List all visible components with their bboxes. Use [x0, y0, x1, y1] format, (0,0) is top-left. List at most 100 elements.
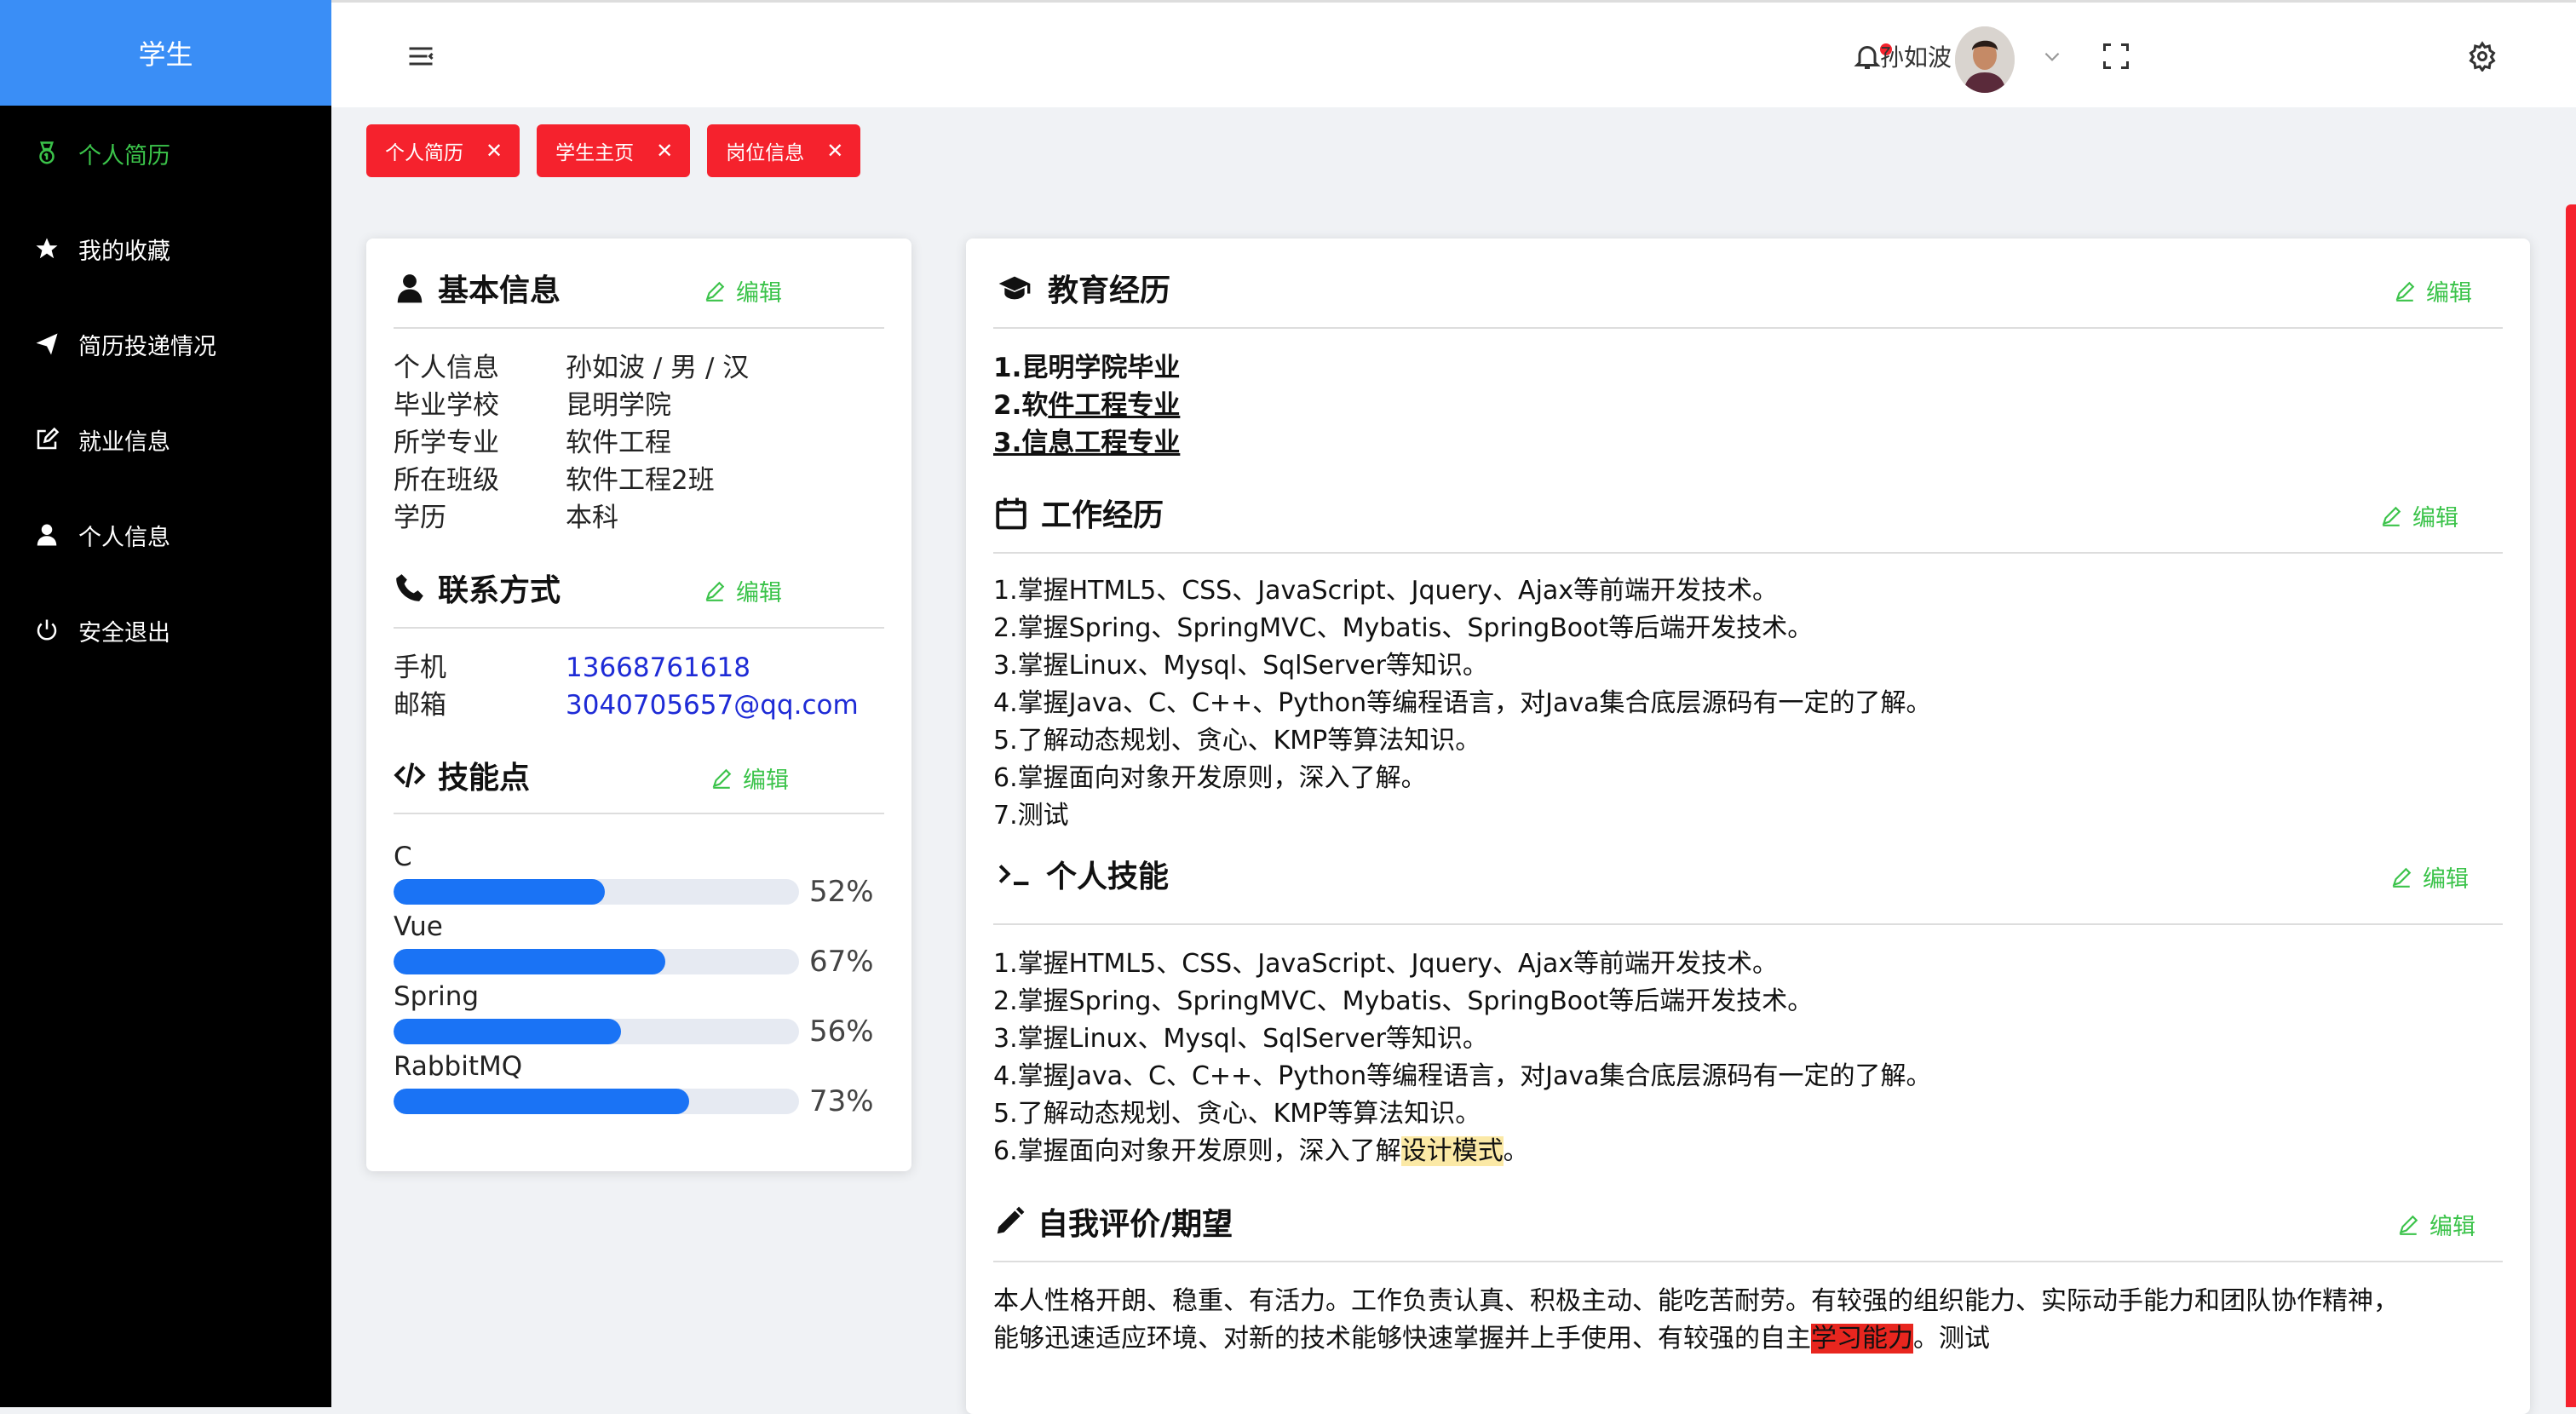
- tab-resume[interactable]: 个人简历 ✕: [366, 124, 520, 177]
- work-list: 1.掌握HTML5、CSS、JavaScript、Jquery、Ajax等前端开…: [993, 572, 1932, 835]
- sidebar-item-logout[interactable]: 安全退出: [0, 583, 331, 678]
- divider: [993, 1261, 2503, 1262]
- settings-button[interactable]: [2461, 3, 2504, 110]
- sidebar-item-jobs[interactable]: 就业信息: [0, 392, 331, 487]
- education-item: 1.昆明学院毕业: [993, 353, 1181, 383]
- terminal-icon: [998, 865, 1029, 886]
- page-scrollbar[interactable]: [2566, 204, 2576, 1407]
- pencil-icon: [2392, 867, 2412, 888]
- edit-label: 编辑: [2412, 505, 2458, 532]
- resume-detail-card: 教育经历 编辑 1.昆明学院毕业 2.软件工程专业 3.信息工程专业 工作经历 …: [966, 239, 2530, 1414]
- info-row: 学历 本科: [394, 503, 618, 533]
- user-dropdown-button[interactable]: [2035, 3, 2069, 110]
- self-eval-heading: 自我评价/期望: [993, 1199, 1233, 1244]
- tab-bar: 个人简历 ✕ 学生主页 ✕ 岗位信息 ✕: [366, 124, 861, 177]
- edit-label: 编辑: [736, 280, 782, 307]
- skills-edit-button[interactable]: 编辑: [710, 762, 789, 795]
- sidebar-item-applications[interactable]: 简历投递情况: [0, 296, 331, 392]
- sidebar-title: 学生: [0, 0, 331, 106]
- edit-label: 编辑: [736, 580, 782, 606]
- pencil-icon: [2399, 1215, 2418, 1235]
- email-link[interactable]: 3040705657@qq.com: [566, 687, 859, 724]
- skill-name: Vue: [394, 911, 443, 942]
- graduation-cap-icon: [998, 276, 1031, 300]
- info-row: 个人信息 孙如波 / 男 / 汉: [394, 353, 750, 383]
- basic-info-edit-button[interactable]: 编辑: [704, 274, 782, 308]
- contact-list: 手机 13668761618 邮箱 3040705657@qq.com: [394, 649, 859, 724]
- skill-item: Vue 67%: [394, 910, 888, 980]
- sidebar-item-profile[interactable]: 个人信息: [0, 487, 331, 583]
- highlight: 学习能力: [1811, 1324, 1913, 1354]
- section-title: 个人技能: [1046, 859, 1170, 894]
- skill-percent: 73%: [809, 1084, 874, 1118]
- avatar[interactable]: [1955, 26, 2015, 93]
- work-edit-button[interactable]: 编辑: [2380, 499, 2458, 532]
- phone-icon: [396, 574, 423, 601]
- education-edit-button[interactable]: 编辑: [2394, 274, 2472, 308]
- skill-name: C: [394, 842, 412, 872]
- edit-label: 编辑: [2429, 1214, 2475, 1240]
- divider: [394, 327, 884, 329]
- skill-percent: 56%: [809, 1015, 874, 1049]
- sidebar-item-resume[interactable]: 个人简历: [0, 106, 331, 201]
- skill-percent: 67%: [809, 945, 874, 979]
- sidebar-item-label: 安全退出: [78, 619, 170, 647]
- basic-info-heading: 基本信息: [394, 266, 561, 310]
- edit-label: 编辑: [2423, 866, 2469, 893]
- tab-student-home[interactable]: 学生主页 ✕: [537, 124, 691, 177]
- skill-line: 2.掌握Spring、SpringMVC、Mybatis、SpringBoot等…: [993, 986, 1814, 1016]
- personal-skills-edit-button[interactable]: 编辑: [2390, 860, 2469, 894]
- section-title: 基本信息: [438, 273, 561, 308]
- tab-job-info[interactable]: 岗位信息 ✕: [707, 124, 861, 177]
- edit-square-icon: [32, 425, 61, 454]
- sidebar-item-favorites[interactable]: 我的收藏: [0, 201, 331, 296]
- phone-link[interactable]: 13668761618: [566, 649, 750, 687]
- work-item: 6.掌握面向对象开发原则，深入了解。: [993, 763, 1427, 793]
- close-icon[interactable]: ✕: [486, 141, 503, 161]
- sidebar-item-label: 我的收藏: [78, 238, 170, 265]
- pencil-icon: [705, 281, 725, 302]
- pencil-icon: [2395, 281, 2415, 302]
- sidebar-item-label: 就业信息: [78, 428, 170, 456]
- close-icon[interactable]: ✕: [656, 141, 673, 161]
- divider: [993, 552, 2503, 554]
- contact-edit-button[interactable]: 编辑: [704, 574, 782, 607]
- work-heading: 工作经历: [993, 491, 1164, 535]
- progress-track: [394, 1019, 799, 1044]
- self-eval-text: 本人性格开朗、稳重、有活力。工作负责认真、积极主动、能吃苦耐劳。有较强的组织能力…: [993, 1286, 2399, 1354]
- skill-line: 3.掌握Linux、Mysql、SqlServer等知识。: [993, 1024, 1488, 1054]
- section-title: 联系方式: [438, 573, 561, 608]
- tab-label: 学生主页: [555, 142, 635, 164]
- fullscreen-button[interactable]: [2095, 3, 2137, 110]
- edit-label: 编辑: [2426, 280, 2472, 307]
- divider: [394, 813, 884, 814]
- work-item: 4.掌握Java、C、C++、Python等编程语言，对Java集合底层源码有一…: [993, 688, 1932, 718]
- close-icon[interactable]: ✕: [826, 141, 843, 161]
- chevron-down-icon: [2044, 52, 2060, 61]
- section-title: 自我评价/期望: [1038, 1207, 1233, 1242]
- work-item: 3.掌握Linux、Mysql、SqlServer等知识。: [993, 651, 1488, 681]
- contact-row: 手机 13668761618: [394, 649, 859, 687]
- personal-skills-heading: 个人技能: [993, 852, 1169, 896]
- divider: [993, 327, 2503, 329]
- work-item: 2.掌握Spring、SpringMVC、Mybatis、SpringBoot等…: [993, 613, 1814, 643]
- calendar-icon: [996, 497, 1026, 530]
- pencil-icon: [712, 768, 732, 789]
- user-icon: [397, 274, 423, 303]
- progress-fill: [394, 1019, 621, 1044]
- menu-fold-button[interactable]: [400, 3, 442, 110]
- skill-name: Spring: [394, 981, 480, 1012]
- progress-fill: [394, 879, 605, 905]
- menu-fold-icon: [409, 47, 434, 66]
- info-row: 所在班级 软件工程2班: [394, 465, 715, 496]
- power-icon: [32, 616, 61, 645]
- progress-track: [394, 879, 799, 905]
- skill-item: C 52%: [394, 840, 888, 910]
- username[interactable]: 孙如波: [1880, 3, 1952, 110]
- skill-item: Spring 56%: [394, 980, 888, 1049]
- pencil-icon: [2382, 506, 2401, 526]
- user-icon: [32, 520, 61, 549]
- divider: [394, 627, 884, 629]
- fullscreen-icon: [2103, 43, 2129, 69]
- self-eval-edit-button[interactable]: 编辑: [2397, 1208, 2475, 1241]
